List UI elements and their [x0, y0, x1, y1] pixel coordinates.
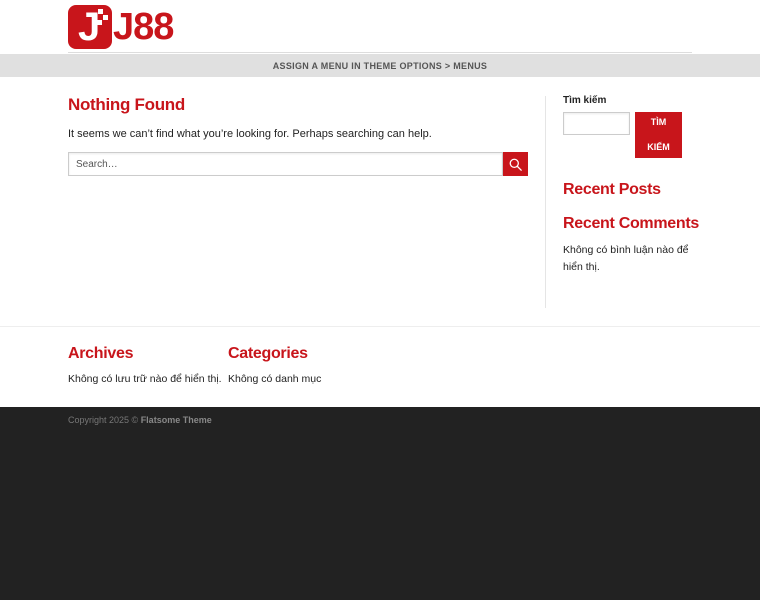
footer-divider — [0, 326, 760, 327]
menu-notice-link[interactable]: ASSIGN A MENU IN THEME OPTIONS > MENUS — [273, 61, 488, 71]
recent-posts-heading: Recent Posts — [563, 181, 661, 198]
sidebar: Tìm kiếm TÌM KIẾM Recent Posts Recent Co… — [563, 95, 703, 273]
sidebar-search-input[interactable] — [563, 112, 630, 135]
header-divider — [68, 52, 692, 53]
search-form — [68, 152, 528, 176]
theme-link[interactable]: Flatsome Theme — [141, 415, 212, 425]
logo-pixel-dot — [97, 20, 102, 25]
page-title: Nothing Found — [68, 95, 185, 114]
logo-pixel-dot — [98, 9, 103, 14]
sidebar-divider — [545, 96, 546, 308]
logo-badge-letter: J — [78, 5, 101, 49]
recent-comments-heading: Recent Comments — [563, 215, 699, 232]
search-input[interactable] — [68, 152, 503, 176]
search-submit-button[interactable] — [503, 152, 528, 176]
logo-badge: J — [68, 5, 112, 49]
main-nav-bar: ASSIGN A MENU IN THEME OPTIONS > MENUS — [0, 54, 760, 77]
sidebar-search-label: Tìm kiếm — [563, 95, 607, 106]
site-logo[interactable]: J J88 — [68, 5, 174, 49]
archives-empty-text: Không có lưu trữ nào để hiển thị. — [68, 373, 222, 385]
copyright-prefix: Copyright 2025 © — [68, 415, 139, 425]
footer-categories-widget: Categories Không có danh mục — [228, 345, 321, 385]
absolute-footer: Copyright 2025 © Flatsome Theme — [0, 407, 760, 600]
categories-heading: Categories — [228, 345, 308, 362]
categories-empty-text: Không có danh mục — [228, 373, 322, 385]
not-found-message: It seems we can’t find what you’re looki… — [68, 128, 432, 140]
sidebar-search-button[interactable]: TÌM KIẾM — [635, 112, 682, 158]
site-header: J J88 — [0, 0, 760, 54]
footer-archives-widget: Archives Không có lưu trữ nào để hiển th… — [68, 345, 222, 385]
main-content: Nothing Found It seems we can’t find wha… — [68, 95, 528, 176]
logo-pixel-dot — [103, 15, 108, 20]
search-icon — [509, 158, 522, 171]
logo-text: J88 — [113, 6, 174, 48]
archives-heading: Archives — [68, 345, 134, 362]
sidebar-search-form: TÌM KIẾM — [563, 112, 682, 158]
copyright-text: Copyright 2025 © Flatsome Theme — [68, 415, 212, 425]
no-comments-text: Không có bình luận nào để hiển thị. — [563, 244, 689, 273]
